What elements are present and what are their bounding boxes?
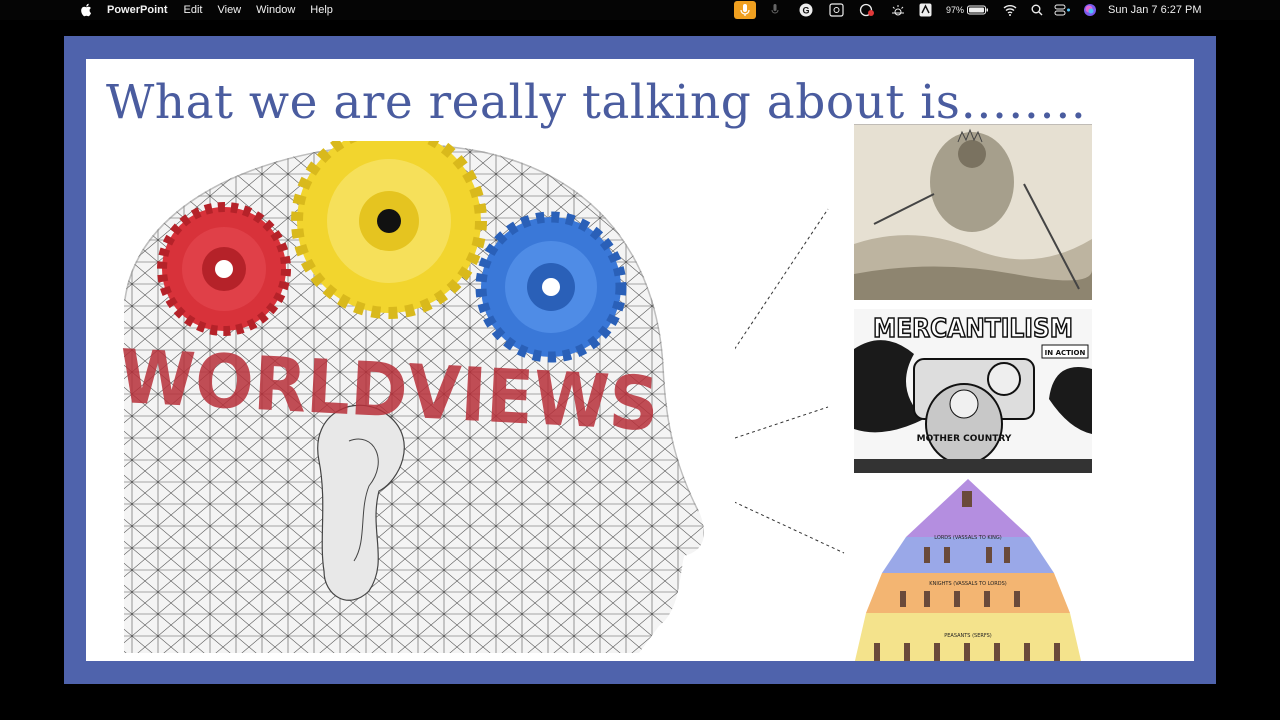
text-icon[interactable] [919, 3, 932, 17]
microphone-active-icon[interactable] [734, 1, 756, 19]
mother-country-caption: MOTHER COUNTRY [917, 434, 1012, 444]
menu-clock[interactable]: Sun Jan 7 6:27 PM [1108, 0, 1202, 20]
battery-percent: 97% [946, 5, 965, 15]
menu-edit[interactable]: Edit [184, 0, 203, 20]
battery-icon[interactable] [967, 3, 989, 17]
mercantilism-cartoon-image: MERCANTILISM IN ACTION MOTHER COUNTRY [854, 309, 1092, 473]
slide: WORLDVIEWS MERCANTILISM IN ACTION MOTHER… [86, 59, 1194, 661]
menu-bar: PowerPoint Edit View Window Help G 97% S… [0, 0, 1280, 20]
menu-window[interactable]: Window [256, 0, 295, 20]
grammarly-icon[interactable]: G [799, 3, 813, 17]
feudal-pyramid-image: LORDS (VASSALS TO KING) KNIGHTS (VASSALS… [854, 477, 1082, 661]
app-menu[interactable]: PowerPoint [107, 0, 168, 20]
pyramid-tier-lords: LORDS (VASSALS TO KING) [934, 535, 1001, 541]
search-icon[interactable] [1031, 3, 1043, 17]
slide-title[interactable]: What we are really talking about is…….. [106, 73, 1086, 133]
menu-help[interactable]: Help [310, 0, 333, 20]
apple-menu-icon[interactable] [80, 3, 92, 17]
siri-icon[interactable] [1083, 3, 1097, 17]
wifi-icon[interactable] [1003, 3, 1017, 17]
screen-share-icon[interactable] [829, 3, 844, 17]
menu-view[interactable]: View [217, 0, 241, 20]
recording-icon[interactable] [859, 3, 876, 17]
control-center-icon[interactable] [1054, 3, 1072, 17]
brightness-icon[interactable] [890, 3, 906, 17]
worldviews-head-image: WORLDVIEWS [119, 141, 735, 653]
mercantilism-title: MERCANTILISM [873, 314, 1073, 344]
svg-text:G: G [802, 6, 809, 16]
in-action-badge: IN ACTION [1045, 349, 1086, 357]
pyramid-tier-knights: KNIGHTS (VASSALS TO LORDS) [929, 581, 1006, 587]
leviathan-engraving-image [854, 124, 1092, 300]
pyramid-tier-peasants: PEASANTS (SERFS) [944, 633, 992, 639]
microphone-icon[interactable] [770, 3, 780, 17]
